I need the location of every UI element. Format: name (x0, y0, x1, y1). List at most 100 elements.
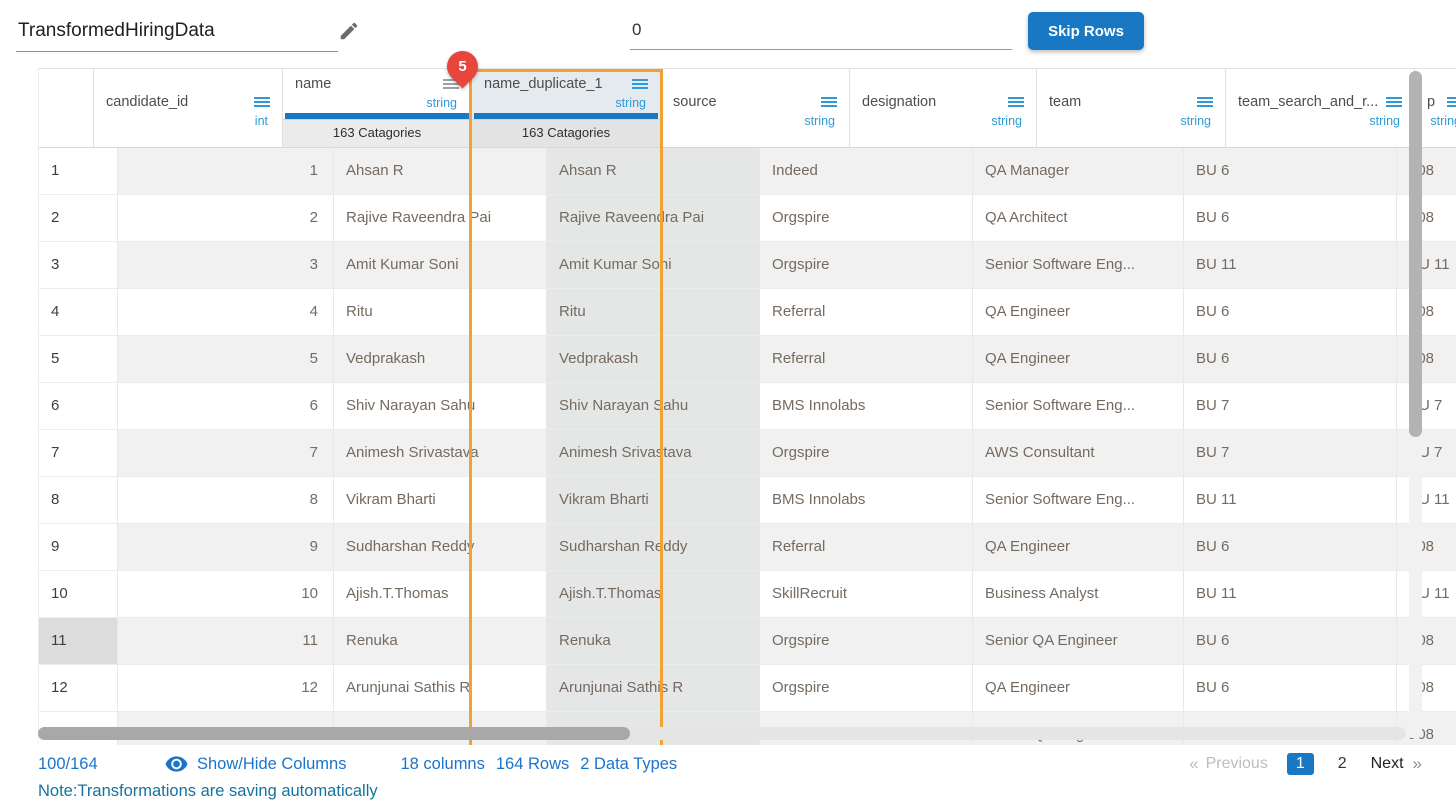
cell-source[interactable]: Orgspire (760, 430, 973, 476)
horizontal-scrollbar-thumb[interactable] (38, 727, 630, 740)
row-number[interactable]: 6 (39, 383, 118, 429)
next-button[interactable]: Next (1371, 755, 1404, 773)
row-number[interactable]: 8 (39, 477, 118, 523)
column-menu-icon[interactable] (632, 79, 648, 89)
cell-designation[interactable]: Senior QA Engineer (973, 618, 1184, 664)
previous-button[interactable]: Previous (1206, 755, 1268, 773)
cell-team_search_and_r...[interactable]: 108 (1397, 336, 1456, 382)
row-number[interactable]: 4 (39, 289, 118, 335)
previous-symbol[interactable]: « (1189, 754, 1198, 774)
column-header-source[interactable]: sourcestring (661, 69, 850, 147)
cell-candidate_id[interactable]: 11 (118, 618, 334, 664)
column-header-name_duplicate_1[interactable]: name_duplicate_1string163 Catagories (472, 69, 661, 147)
cell-team_search_and_r...[interactable]: 108 (1397, 712, 1456, 745)
cell-candidate_id[interactable]: 8 (118, 477, 334, 523)
cell-name_duplicate_1[interactable]: Arunjunai Sathis R (547, 665, 760, 711)
cell-name_duplicate_1[interactable]: Sudharshan Reddy (547, 524, 760, 570)
cell-name_duplicate_1[interactable]: Ahsan R (547, 148, 760, 194)
column-menu-icon[interactable] (1008, 97, 1024, 107)
edit-pencil-icon[interactable] (338, 20, 360, 42)
show-hide-columns-button[interactable]: Show/Hide Columns (165, 755, 346, 774)
cell-name[interactable]: Vikram Bharti (334, 477, 547, 523)
cell-team[interactable]: BU 6 (1184, 618, 1397, 664)
row-number[interactable]: 9 (39, 524, 118, 570)
cell-designation[interactable]: QA Engineer (973, 524, 1184, 570)
dataset-name-input[interactable] (16, 16, 338, 52)
cell-source[interactable]: Referral (760, 524, 973, 570)
cell-candidate_id[interactable]: 5 (118, 336, 334, 382)
cell-team[interactable]: BU 7 (1184, 430, 1397, 476)
cell-source[interactable]: Referral (760, 336, 973, 382)
cell-name_duplicate_1[interactable]: Vedprakash (547, 336, 760, 382)
cell-team[interactable]: BU 6 (1184, 524, 1397, 570)
cell-name_duplicate_1[interactable]: Vikram Bharti (547, 477, 760, 523)
column-menu-icon[interactable] (254, 97, 270, 107)
cell-name_duplicate_1[interactable]: Amit Kumar Soni (547, 242, 760, 288)
cell-name[interactable]: Arunjunai Sathis R (334, 665, 547, 711)
cell-designation[interactable]: QA Engineer (973, 336, 1184, 382)
cell-team_search_and_r...[interactable]: 108 (1397, 665, 1456, 711)
cell-name_duplicate_1[interactable]: Shiv Narayan Sahu (547, 383, 760, 429)
cell-name[interactable]: Ritu (334, 289, 547, 335)
cell-candidate_id[interactable]: 1 (118, 148, 334, 194)
cell-source[interactable]: Orgspire (760, 195, 973, 241)
cell-name[interactable]: Ajish.T.Thomas (334, 571, 547, 617)
row-number[interactable]: 10 (39, 571, 118, 617)
cell-designation[interactable]: QA Engineer (973, 289, 1184, 335)
cell-source[interactable]: Orgspire (760, 618, 973, 664)
row-number[interactable]: 2 (39, 195, 118, 241)
cell-name[interactable]: Vedprakash (334, 336, 547, 382)
cell-designation[interactable]: QA Manager (973, 148, 1184, 194)
cell-source[interactable]: Referral (760, 289, 973, 335)
cell-name_duplicate_1[interactable]: Animesh Srivastava (547, 430, 760, 476)
column-menu-icon[interactable] (1386, 97, 1402, 107)
cell-name[interactable]: Rajive Raveendra Pai (334, 195, 547, 241)
cell-source[interactable]: BMS Innolabs (760, 477, 973, 523)
cell-designation[interactable]: QA Engineer (973, 665, 1184, 711)
cell-name[interactable]: Renuka (334, 618, 547, 664)
cell-designation[interactable]: QA Architect (973, 195, 1184, 241)
cell-candidate_id[interactable]: 12 (118, 665, 334, 711)
cell-team_search_and_r...[interactable]: 108 (1397, 524, 1456, 570)
cell-candidate_id[interactable]: 6 (118, 383, 334, 429)
cell-source[interactable]: SkillRecruit (760, 571, 973, 617)
cell-name[interactable]: Sudharshan Reddy (334, 524, 547, 570)
row-number[interactable]: 5 (39, 336, 118, 382)
cell-name[interactable]: Amit Kumar Soni (334, 242, 547, 288)
page-2-button[interactable]: 2 (1329, 753, 1356, 775)
cell-candidate_id[interactable]: 10 (118, 571, 334, 617)
cell-candidate_id[interactable]: 4 (118, 289, 334, 335)
cell-name[interactable]: Ahsan R (334, 148, 547, 194)
cell-candidate_id[interactable]: 7 (118, 430, 334, 476)
cell-team_search_and_r...[interactable]: BU 11 (1397, 477, 1456, 523)
cell-team[interactable]: BU 6 (1184, 195, 1397, 241)
row-number[interactable]: 1 (39, 148, 118, 194)
cell-team_search_and_r...[interactable]: BU 11 (1397, 242, 1456, 288)
cell-team_search_and_r...[interactable]: BU 7 (1397, 383, 1456, 429)
cell-team_search_and_r...[interactable]: 108 (1397, 618, 1456, 664)
cell-team[interactable]: BU 6 (1184, 289, 1397, 335)
cell-source[interactable]: Orgspire (760, 665, 973, 711)
cell-team_search_and_r...[interactable]: BU 11 (1397, 571, 1456, 617)
cell-team[interactable]: BU 6 (1184, 148, 1397, 194)
cell-source[interactable]: BMS Innolabs (760, 383, 973, 429)
cell-designation[interactable]: Senior Software Eng... (973, 477, 1184, 523)
cell-team[interactable]: BU 7 (1184, 383, 1397, 429)
page-1-button[interactable]: 1 (1287, 753, 1314, 775)
column-header-team_search_and_r...[interactable]: team_search_and_r...string (1226, 69, 1415, 147)
row-number[interactable]: 3 (39, 242, 118, 288)
cell-team[interactable]: BU 11 (1184, 571, 1397, 617)
vertical-scrollbar[interactable] (1409, 71, 1422, 739)
cell-team[interactable]: BU 11 (1184, 242, 1397, 288)
cell-candidate_id[interactable]: 2 (118, 195, 334, 241)
cell-name[interactable]: Animesh Srivastava (334, 430, 547, 476)
cell-designation[interactable]: Senior Software Eng... (973, 383, 1184, 429)
horizontal-scrollbar[interactable] (38, 727, 1406, 740)
cell-designation[interactable]: Business Analyst (973, 571, 1184, 617)
next-symbol[interactable]: » (1413, 754, 1422, 774)
cell-candidate_id[interactable]: 9 (118, 524, 334, 570)
cell-team_search_and_r...[interactable]: 108 (1397, 148, 1456, 194)
column-menu-icon[interactable] (821, 97, 837, 107)
column-header-name[interactable]: namestring163 Catagories (283, 69, 472, 147)
skip-rows-button[interactable]: Skip Rows (1028, 12, 1144, 50)
